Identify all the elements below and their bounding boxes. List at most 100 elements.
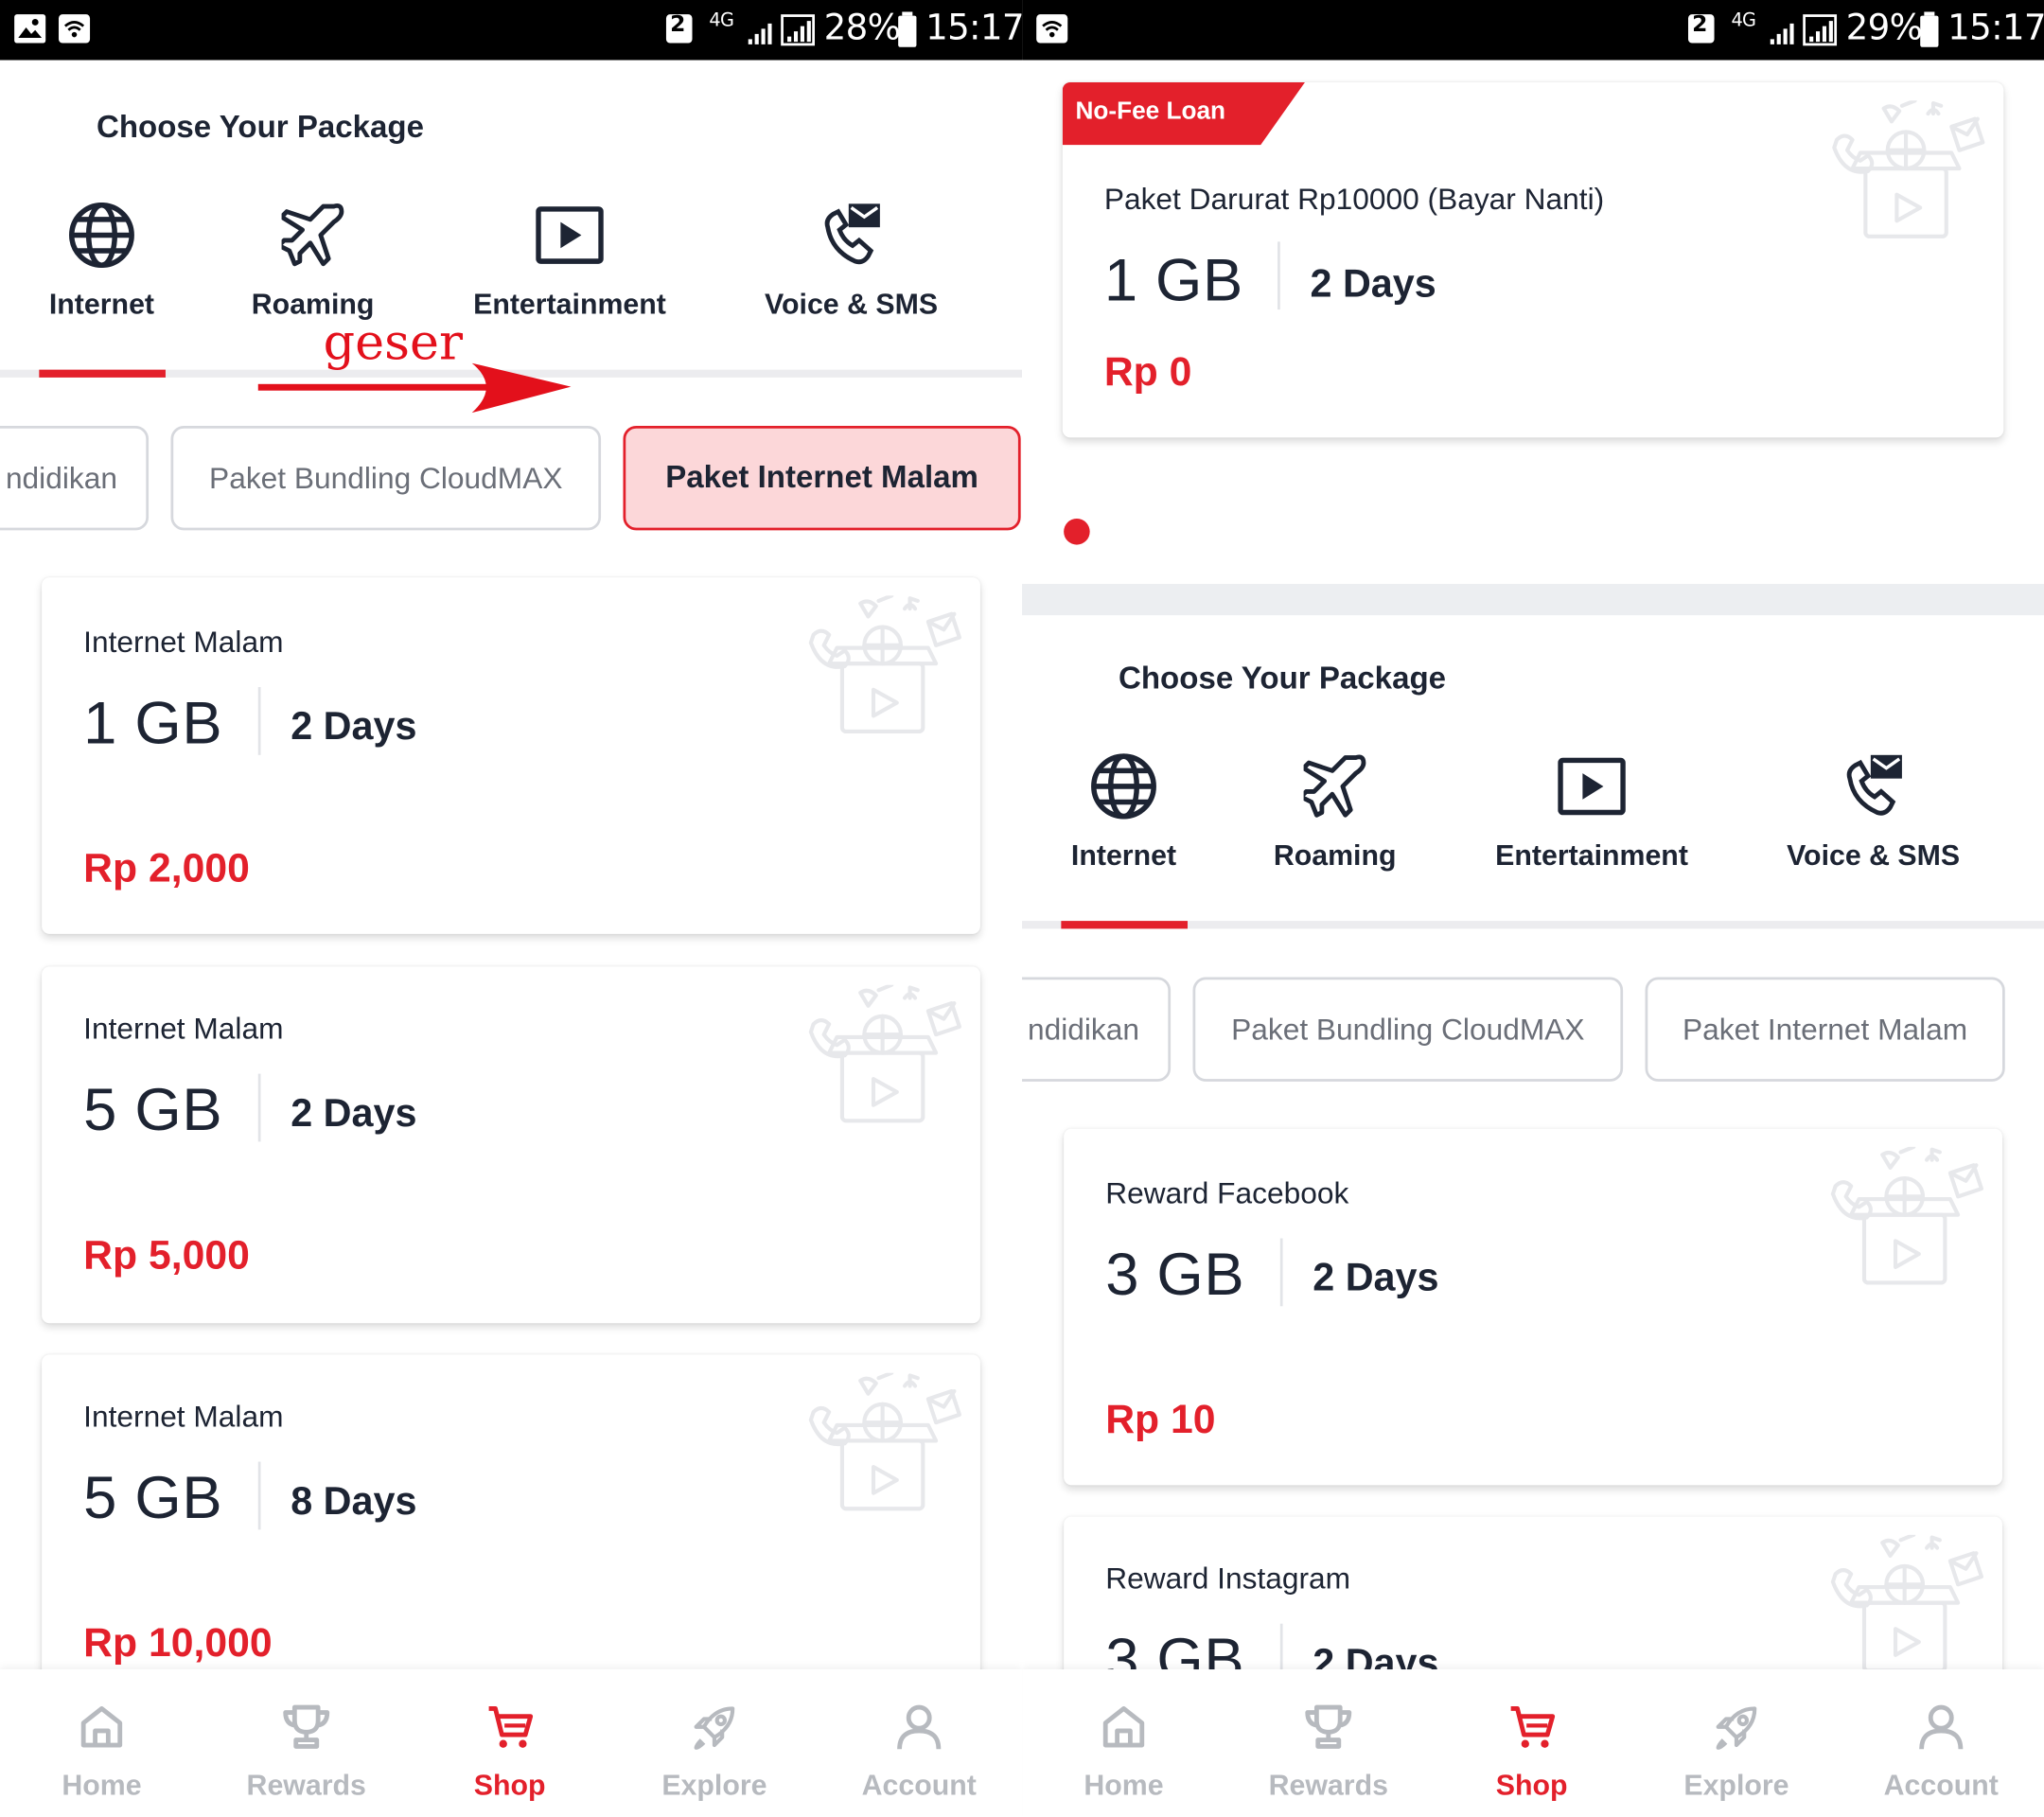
nav-label: Explore <box>661 1768 767 1802</box>
package-card[interactable]: Internet Malam 5 GB 8 Days Rp 10,000 <box>42 1354 980 1712</box>
nav-explore[interactable]: Explore <box>1635 1669 1839 1817</box>
home-icon <box>80 1706 123 1748</box>
gift-box-icon <box>803 595 965 742</box>
user-icon <box>897 1704 942 1750</box>
nav-shop[interactable]: Shop <box>408 1669 611 1817</box>
category-internet[interactable]: Internet <box>1022 748 1241 891</box>
package-title: Choose Your Package <box>96 109 424 146</box>
divider <box>257 1461 261 1530</box>
nav-rewards[interactable]: Rewards <box>204 1669 408 1817</box>
chip-bundling-cloudmax[interactable]: Paket Bundling CloudMAX <box>170 425 602 531</box>
sim-number: 2 <box>670 11 685 39</box>
chip-bundling-cloudmax[interactable]: Paket Bundling CloudMAX <box>1192 977 1624 1082</box>
battery-percent: 28% <box>823 8 901 49</box>
nav-label: Explore <box>1683 1768 1789 1802</box>
divider <box>1279 1238 1283 1307</box>
clock: 15:17 <box>1947 8 2044 49</box>
airplane-icon <box>1303 754 1366 818</box>
category-label: Entertainment <box>1495 838 1688 872</box>
home-icon <box>1102 1706 1145 1748</box>
network-type: 4G <box>1731 10 1756 32</box>
rocket-icon <box>1716 1706 1757 1750</box>
nav-account[interactable]: Account <box>818 1669 1021 1817</box>
chip-internet-malam[interactable]: Paket Internet Malam <box>1645 977 2005 1082</box>
package-card[interactable]: Internet Malam 1 GB 2 Days Rp 2,000 <box>42 577 980 934</box>
category-label: Internet <box>48 287 155 321</box>
nav-label: Home <box>1084 1768 1164 1802</box>
category-label: Voice & SMS <box>765 287 939 321</box>
package-quota: 5 GB <box>83 1462 223 1531</box>
sim-number: 2 <box>1692 11 1707 39</box>
play-icon <box>1558 757 1626 816</box>
package-card[interactable]: Internet Malam 5 GB 2 Days Rp 5,000 <box>42 966 980 1324</box>
status-bar: 2 4G 28% 15:17 <box>0 0 1023 61</box>
category-label: Voice & SMS <box>1787 838 1961 872</box>
package-quota: 5 GB <box>83 1074 223 1143</box>
gallery-notification-icon <box>14 14 46 44</box>
package-name: Reward Facebook <box>1105 1175 1349 1210</box>
category-label: Entertainment <box>473 287 666 321</box>
package-days: 8 Days <box>291 1479 417 1524</box>
chip-internet-malam[interactable]: Paket Internet Malam <box>623 425 1021 531</box>
chip-pendidikan[interactable]: ndidikan <box>0 425 150 531</box>
nav-label: Home <box>62 1768 142 1802</box>
nav-label: Account <box>1883 1768 1999 1802</box>
signal-icon <box>1770 14 1838 46</box>
section-separator <box>1022 583 2044 616</box>
package-quota: 1 GB <box>1103 245 1243 314</box>
category-voice-sms[interactable]: Voice & SMS <box>734 196 969 340</box>
clock: 15:17 <box>925 8 1023 49</box>
package-name: Internet Malam <box>83 624 284 659</box>
package-days: 2 Days <box>291 705 417 749</box>
package-price: Rp 10,000 <box>83 1619 273 1666</box>
status-bar: 2 4G 29% 15:17 <box>1022 0 2044 61</box>
category-entertainment[interactable]: Entertainment <box>1474 748 1709 891</box>
airplane-icon <box>281 203 344 267</box>
rocket-icon <box>694 1706 735 1750</box>
chip-pendidikan[interactable]: ndidikan <box>1022 977 1172 1082</box>
nav-label: Rewards <box>246 1768 366 1802</box>
trophy-icon <box>283 1704 330 1749</box>
user-icon <box>1919 1704 1964 1750</box>
globe-icon <box>69 202 134 268</box>
cart-icon <box>488 1706 534 1748</box>
nav-explore[interactable]: Explore <box>612 1669 816 1817</box>
package-quota: 1 GB <box>83 688 223 757</box>
nav-rewards[interactable]: Rewards <box>1226 1669 1430 1817</box>
loan-card[interactable]: No-Fee Loan Paket Darurat Rp10000 (Bayar… <box>1062 81 2004 438</box>
package-card[interactable]: Reward Facebook 3 GB 2 Days Rp 10 <box>1064 1128 2002 1486</box>
network-type: 4G <box>709 10 734 32</box>
nav-account[interactable]: Account <box>1840 1669 2043 1817</box>
package-price: Rp 2,000 <box>83 845 250 891</box>
gift-box-icon <box>803 985 965 1132</box>
carousel-dot-active[interactable] <box>1064 518 1090 545</box>
phone-message-icon <box>1846 754 1902 816</box>
package-price: Rp 10 <box>1105 1396 1216 1442</box>
nav-label: Account <box>861 1768 977 1802</box>
battery-icon <box>1920 11 1939 47</box>
nav-home[interactable]: Home <box>1022 1669 1225 1817</box>
category-entertainment[interactable]: Entertainment <box>452 196 687 340</box>
nav-home[interactable]: Home <box>0 1669 203 1817</box>
gift-box-icon <box>803 1373 965 1520</box>
trophy-icon <box>1305 1704 1352 1749</box>
package-days: 2 Days <box>1313 1256 1439 1300</box>
package-name: Internet Malam <box>83 1399 284 1434</box>
nav-shop[interactable]: Shop <box>1430 1669 1633 1817</box>
divider <box>257 1073 261 1142</box>
package-name: Paket Darurat Rp10000 (Bayar Nanti) <box>1103 181 1605 216</box>
nav-label: Shop <box>473 1768 546 1802</box>
battery-percent: 29% <box>1845 8 1923 49</box>
category-label: Roaming <box>1273 838 1397 872</box>
gift-box-icon <box>1826 100 1988 247</box>
package-name: Internet Malam <box>83 1011 284 1046</box>
gift-box-icon <box>1825 1535 1987 1682</box>
right-screen: 2 4G 29% 15:17 No-Fee Loan Paket Darurat… <box>1022 0 2044 1817</box>
phone-message-icon <box>824 203 880 265</box>
category-roaming[interactable]: Roaming <box>1218 748 1453 891</box>
arrow-right-icon <box>257 362 572 414</box>
category-internet[interactable]: Internet <box>0 196 219 340</box>
globe-icon <box>1091 753 1156 820</box>
category-voice-sms[interactable]: Voice & SMS <box>1756 748 1991 891</box>
category-label: Internet <box>1070 838 1177 872</box>
